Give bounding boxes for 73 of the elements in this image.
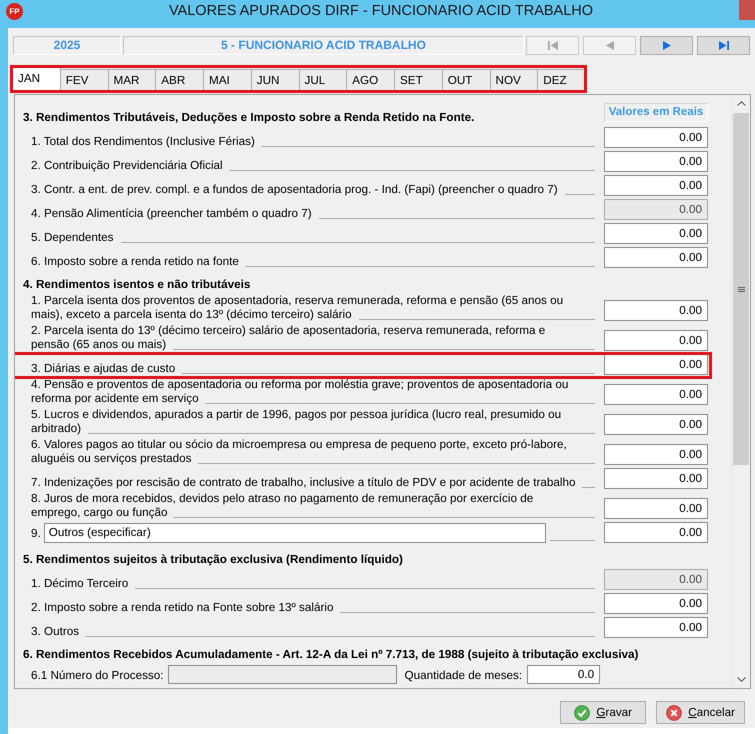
chevron-down-icon [736,677,746,682]
field-label: 6. Imposto sobre a renda retido na fonte [31,255,239,269]
month-tab[interactable]: JUN [250,69,300,90]
month-tab[interactable]: JAN [12,66,61,90]
amount-field[interactable]: 0.00 [604,247,708,268]
description-field[interactable]: Outros (especificar) [44,523,546,543]
months-field[interactable]: 0.0 [527,665,600,684]
field-label: 2. Imposto sobre a renda retido na Fonte sobre 13º salário [31,601,334,615]
amount-field[interactable]: 0.00 [604,414,708,435]
month-tab[interactable]: MAI [203,69,252,90]
scrollbar-thumb[interactable] [733,113,749,465]
save-button[interactable]: Gravar [560,701,646,724]
window-title: VALORES APURADOS DIRF - FUNCIONARIO ACID TRABALHO [168,2,594,21]
section-heading: 5. Rendimentos sujeitos à tributação exclusiva (Rendimento líquido) [23,553,403,568]
amount-field[interactable]: 0.00 [604,384,708,405]
amount-field[interactable]: 0.00 [604,151,708,172]
amount-field[interactable]: 0.00 [604,468,708,489]
month-tab[interactable]: MAR [108,69,156,90]
chevron-up-icon [736,101,746,106]
year-field: 2025 [13,36,121,55]
triangle-left-icon [606,41,614,50]
check-circle-icon [574,704,590,720]
field-label: 2. Contribuição Previdenciária Oficial [31,159,223,173]
amount-field[interactable]: 0.00 [604,223,708,244]
field-label: 1. Parcela isenta dos proventos de aposentadoria, reserva remunerada, reforma e pensão (65 anos ou mais), exceto a parcela isenta do 13º (décimo terceiro) salário [31,294,564,322]
section-heading: 6. Rendimentos Recebidos Acumuladamente - Art. 12-A da Lei nº 7.713, de 1988 (sujeito à tributação exclusiva) [23,648,638,663]
field-label: 3. Diárias e ajudas de custo [31,362,176,376]
month-tab[interactable]: OUT [442,69,490,90]
next-button[interactable] [640,36,693,55]
field-label: 1. Décimo Terceiro [31,577,128,591]
field-label: 7. Indenizações por rescisão de contrato de trabalho, inclusive a título de PDV e por acidente de trabalho [31,476,576,490]
amount-field[interactable]: 0.00 [604,593,708,614]
month-tab[interactable]: ABR [155,69,204,90]
field-label: 1. Total dos Rendimentos (Inclusive Férias) [31,135,255,149]
triangle-right-icon [662,41,670,50]
field-label: 6.1 Número do Processo: [31,669,164,684]
field-label: 6. Valores pagos ao titular ou sócio da microempresa ou empresa de pequeno porte, exceto pró-labore, aluguéis ou serviços prestados [31,438,568,466]
field-label: 4. Pensão Alimentícia (preencher também o quadro 7) [31,207,312,221]
month-tab[interactable]: AGO [346,69,395,90]
month-tab[interactable]: NOV [490,69,538,90]
amount-field[interactable]: 0.00 [604,354,708,375]
field-label: 3. Contr. a ent. de prev. compl. e a fundos de aposentadoria prog. - Ind. (Fapi) (preencher o quadro 7) [31,183,558,197]
amount-field[interactable]: 0.00 [604,617,708,638]
amount-field[interactable]: 0.00 [604,175,708,196]
month-tab[interactable]: JUL [298,69,348,90]
month-tab[interactable]: DEZ [537,69,586,90]
last-button[interactable] [697,36,750,55]
section-heading: 3. Rendimentos Tributáveis, Deduções e Imposto sobre a Renda Retido na Fonte. [23,111,474,126]
app-logo: FP [6,3,23,20]
amount-field[interactable]: 0.00 [604,498,708,519]
amount-field[interactable]: 0.00 [604,444,708,465]
field-label: 8. Juros de mora recebidos, devidos pelo atraso no pagamento de remuneração por exercício de emprego, cargo ou função [31,492,534,520]
amount-field[interactable]: 0.00 [604,522,708,543]
amount-field[interactable]: 0.00 [604,300,708,321]
x-circle-icon [666,704,682,720]
field-label: 5. Dependentes [31,231,114,245]
employee-field: 5 - FUNCIONARIO ACID TRABALHO [123,36,524,55]
field-label: 5. Lucros e dividendos, apurados a partir de 1996, pagos por pessoa jurídica (lucro real, presumido ou arbitrado) [31,408,562,436]
column-header: Valores em Reais [604,103,708,122]
month-tab[interactable]: SET [394,69,443,90]
amount-field[interactable]: 0.00 [604,127,708,148]
section-heading: 4. Rendimentos isentos e não tributáveis [23,278,250,293]
amount-field[interactable]: 0.00 [604,330,708,351]
skip-forward-icon [718,41,728,50]
grip-icon [738,286,744,292]
field-label: 4. Pensão e proventos de aposentadoria ou reforma por moléstia grave; proventos de aposentadoria ou reforma por acidente em serviço [31,378,570,406]
field-label: 2. Parcela isenta do 13º (décimo terceiro) salário de aposentadoria, reserva remunerada, reforma e pensão (65 anos ou mais) [31,324,546,352]
field-label: 3. Outros [31,625,80,639]
field-label: Quantidade de meses: [404,669,522,684]
field-label: 9. [31,527,41,542]
month-tab[interactable]: FEV [60,69,108,90]
cancel-button[interactable]: Cancelar [656,701,745,724]
skip-back-icon [548,41,558,50]
